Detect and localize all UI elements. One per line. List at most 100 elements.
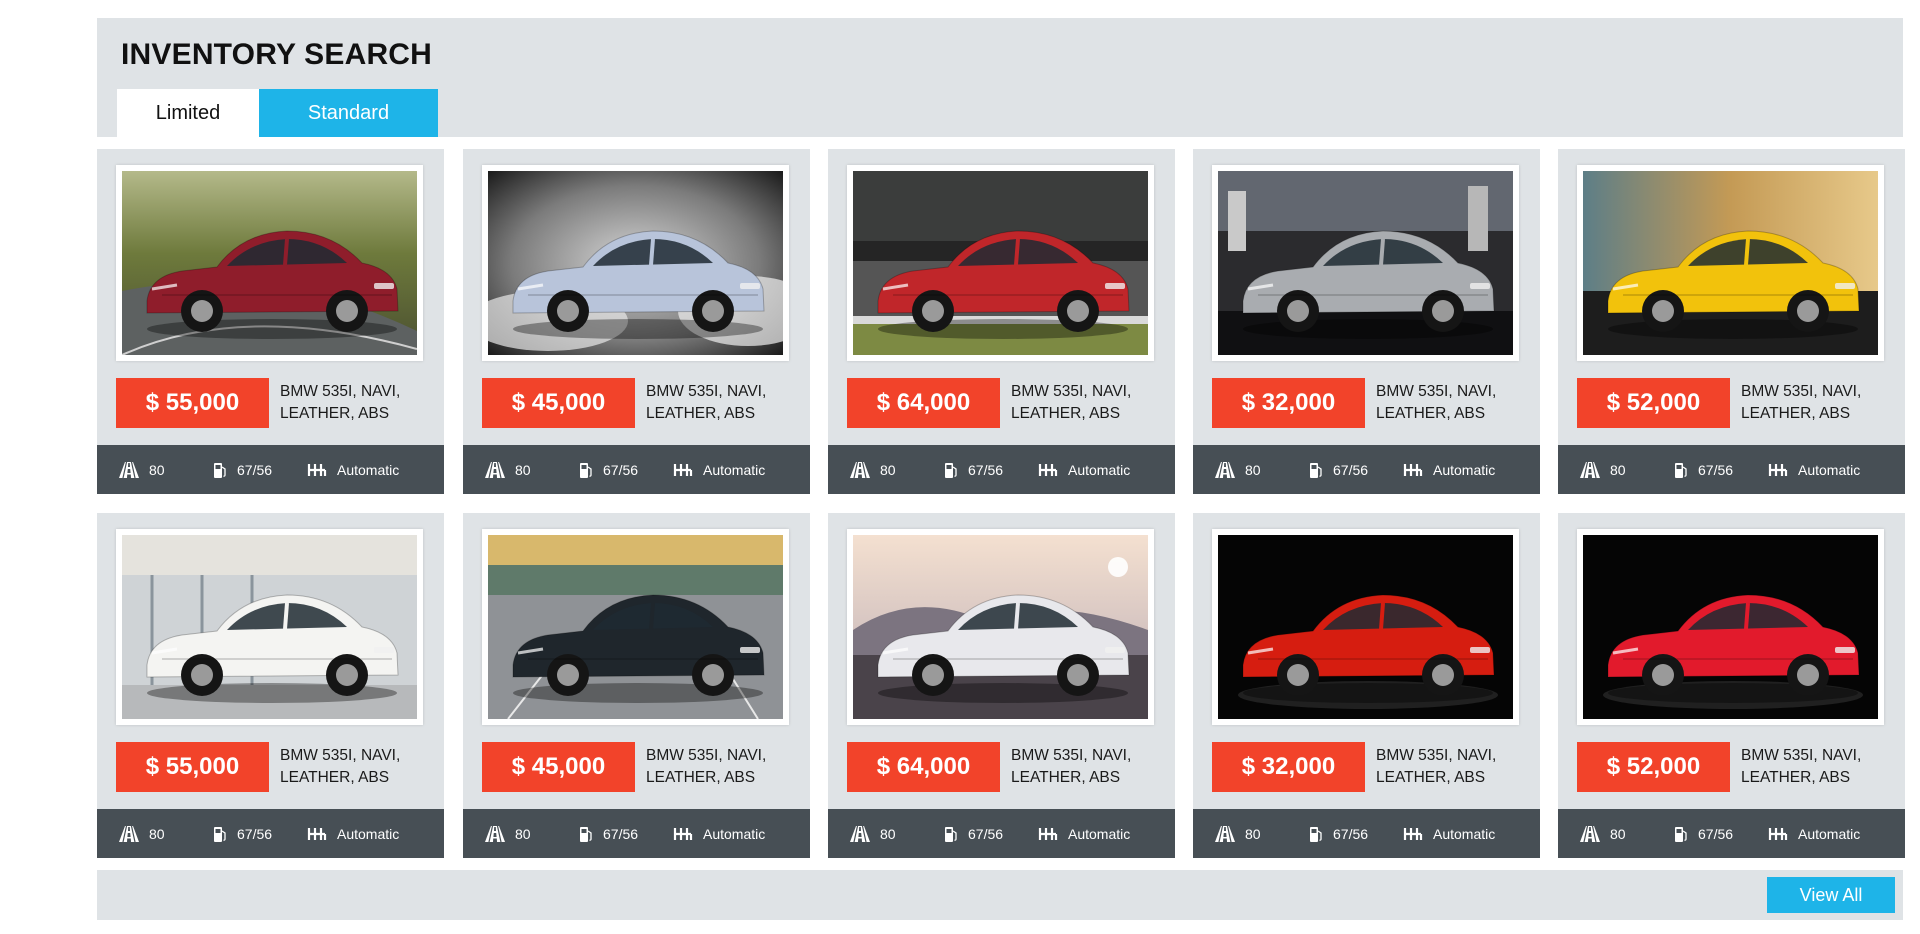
spec-fuel-value: 67/56: [1698, 825, 1734, 842]
spec-mileage-value: 80: [515, 461, 531, 478]
price-tag[interactable]: $ 55,000: [116, 742, 269, 792]
inventory-page: INVENTORY SEARCH Limited Standard $ 55,0…: [0, 0, 1920, 934]
car-card[interactable]: $ 52,000 BMW 535I, NAVI, LEATHER, ABS 80…: [1558, 149, 1905, 494]
car-description: BMW 535I, NAVI, LEATHER, ABS: [1011, 745, 1161, 789]
road-icon: [1580, 825, 1600, 842]
car-description-line-1: BMW 535I, NAVI,: [1376, 383, 1497, 400]
price-tag[interactable]: $ 32,000: [1212, 378, 1365, 428]
spec-fuel: 67/56: [944, 809, 1003, 858]
car-photo[interactable]: [488, 535, 783, 719]
car-description: BMW 535I, NAVI, LEATHER, ABS: [1741, 381, 1891, 425]
price-tag[interactable]: $ 52,000: [1577, 742, 1730, 792]
spec-mileage: 80: [850, 809, 896, 858]
fuel-icon: [213, 825, 227, 843]
car-description-line-2: LEATHER, ABS: [280, 769, 390, 786]
car-card[interactable]: $ 45,000 BMW 535I, NAVI, LEATHER, ABS 80…: [463, 513, 810, 858]
spec-bar: 80 67/56 Automatic: [463, 445, 810, 494]
car-photo[interactable]: [853, 535, 1148, 719]
car-card[interactable]: $ 45,000 BMW 535I, NAVI, LEATHER, ABS 80…: [463, 149, 810, 494]
spec-fuel: 67/56: [1674, 809, 1733, 858]
price-tag[interactable]: $ 64,000: [847, 742, 1000, 792]
car-description: BMW 535I, NAVI, LEATHER, ABS: [646, 381, 796, 425]
car-card[interactable]: $ 32,000 BMW 535I, NAVI, LEATHER, ABS 80…: [1193, 513, 1540, 858]
gearbox-icon: [1403, 827, 1423, 841]
car-description: BMW 535I, NAVI, LEATHER, ABS: [1376, 745, 1526, 789]
spec-bar: 80 67/56 Automatic: [828, 445, 1175, 494]
car-photo[interactable]: [122, 171, 417, 355]
car-photo[interactable]: [488, 171, 783, 355]
car-description-line-1: BMW 535I, NAVI,: [646, 747, 767, 764]
car-description-line-2: LEATHER, ABS: [1011, 769, 1121, 786]
road-icon: [1580, 461, 1600, 478]
car-card[interactable]: $ 55,000 BMW 535I, NAVI, LEATHER, ABS 80…: [97, 513, 444, 858]
car-description: BMW 535I, NAVI, LEATHER, ABS: [1011, 381, 1161, 425]
car-photo-frame: [847, 529, 1154, 725]
road-icon: [119, 461, 139, 478]
spec-mileage-value: 80: [880, 461, 896, 478]
car-card[interactable]: $ 55,000 BMW 535I, NAVI, LEATHER, ABS 80…: [97, 149, 444, 494]
gearbox-icon: [673, 827, 693, 841]
spec-transmission-value: Automatic: [1433, 461, 1496, 478]
spec-mileage-value: 80: [1610, 461, 1626, 478]
spec-transmission-value: Automatic: [1798, 825, 1861, 842]
spec-transmission: Automatic: [673, 445, 765, 494]
car-card[interactable]: $ 32,000 BMW 535I, NAVI, LEATHER, ABS 80…: [1193, 149, 1540, 494]
inventory-footer: View All: [97, 870, 1903, 920]
gearbox-icon: [307, 827, 327, 841]
spec-mileage-value: 80: [515, 825, 531, 842]
car-card[interactable]: $ 52,000 BMW 535I, NAVI, LEATHER, ABS 80…: [1558, 513, 1905, 858]
car-card[interactable]: $ 64,000 BMW 535I, NAVI, LEATHER, ABS 80…: [828, 149, 1175, 494]
car-photo-frame: [1212, 529, 1519, 725]
car-photo[interactable]: [1218, 171, 1513, 355]
price-tag[interactable]: $ 45,000: [482, 378, 635, 428]
spec-bar: 80 67/56 Automatic: [1193, 809, 1540, 858]
spec-fuel-value: 67/56: [237, 461, 273, 478]
spec-mileage: 80: [1580, 445, 1626, 494]
spec-transmission: Automatic: [307, 809, 399, 858]
spec-transmission: Automatic: [1403, 809, 1495, 858]
car-description-line-2: LEATHER, ABS: [280, 405, 390, 422]
spec-transmission-value: Automatic: [1798, 461, 1861, 478]
gearbox-icon: [1768, 827, 1788, 841]
car-photo[interactable]: [1218, 535, 1513, 719]
spec-fuel: 67/56: [213, 809, 272, 858]
fuel-icon: [213, 461, 227, 479]
price-tag[interactable]: $ 45,000: [482, 742, 635, 792]
spec-transmission-value: Automatic: [337, 825, 400, 842]
spec-mileage-value: 80: [1245, 461, 1261, 478]
car-description: BMW 535I, NAVI, LEATHER, ABS: [280, 381, 430, 425]
tab-limited[interactable]: Limited: [117, 89, 259, 137]
spec-mileage: 80: [1215, 809, 1261, 858]
car-description-line-2: LEATHER, ABS: [1011, 405, 1121, 422]
price-tag[interactable]: $ 52,000: [1577, 378, 1730, 428]
road-icon: [119, 825, 139, 842]
car-card[interactable]: $ 64,000 BMW 535I, NAVI, LEATHER, ABS 80…: [828, 513, 1175, 858]
spec-bar: 80 67/56 Automatic: [828, 809, 1175, 858]
price-tag[interactable]: $ 55,000: [116, 378, 269, 428]
spec-mileage: 80: [119, 445, 165, 494]
page-title: INVENTORY SEARCH: [121, 38, 433, 71]
car-photo[interactable]: [1583, 535, 1878, 719]
spec-mileage-value: 80: [880, 825, 896, 842]
spec-mileage: 80: [850, 445, 896, 494]
car-photo-frame: [1577, 165, 1884, 361]
car-photo[interactable]: [853, 171, 1148, 355]
car-photo[interactable]: [122, 535, 417, 719]
car-description-line-1: BMW 535I, NAVI,: [1011, 747, 1132, 764]
car-description: BMW 535I, NAVI, LEATHER, ABS: [280, 745, 430, 789]
spec-fuel: 67/56: [579, 809, 638, 858]
tab-bar: Limited Standard: [117, 89, 438, 137]
car-photo[interactable]: [1583, 171, 1878, 355]
fuel-icon: [1674, 825, 1688, 843]
view-all-button[interactable]: View All: [1767, 877, 1895, 913]
spec-mileage: 80: [485, 445, 531, 494]
spec-transmission: Automatic: [673, 809, 765, 858]
price-tag[interactable]: $ 64,000: [847, 378, 1000, 428]
road-icon: [485, 825, 505, 842]
car-photo-frame: [482, 529, 789, 725]
spec-mileage: 80: [119, 809, 165, 858]
price-tag[interactable]: $ 32,000: [1212, 742, 1365, 792]
tab-standard[interactable]: Standard: [259, 89, 438, 137]
spec-bar: 80 67/56 Automatic: [1558, 809, 1905, 858]
spec-fuel-value: 67/56: [603, 825, 639, 842]
